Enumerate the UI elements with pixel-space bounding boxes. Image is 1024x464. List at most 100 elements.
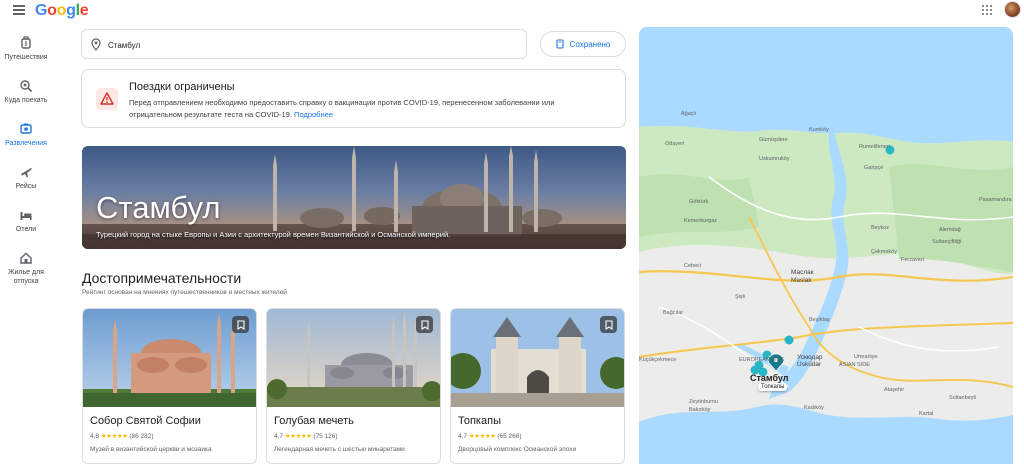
menu-icon[interactable]	[13, 5, 25, 15]
rail-item-flights[interactable]: Рейсы	[0, 165, 52, 191]
attraction-card-hagia-sophia[interactable]: Собор Святой Софии 4,8 ★★★★★ (86 282) Му…	[82, 308, 257, 464]
map-label: Maslak	[791, 277, 812, 284]
map-label: Bakırköy	[689, 407, 711, 413]
map-label: Ускюдар	[797, 354, 823, 361]
warning-icon	[96, 88, 118, 110]
map-place-tooltip[interactable]: Топкапы	[758, 383, 788, 391]
map-label: Alemdağ	[939, 227, 961, 233]
flight-icon	[21, 168, 32, 178]
map-label: Ağaçlı	[681, 111, 697, 117]
attraction-photo	[83, 309, 256, 407]
map-city-label: Стамбул	[750, 373, 789, 383]
alert-title: Поездки ограничены	[129, 81, 235, 93]
rating-stars: ★★★★★	[468, 433, 496, 440]
attractions-icon	[20, 123, 32, 134]
attraction-description: Дворцовый комплекс Османской эпохи	[458, 446, 577, 453]
rail-label: Отели	[15, 226, 37, 233]
rating-value: 4,7	[458, 433, 468, 440]
map-label: Ferzaveri	[901, 257, 924, 263]
hero-description: Турецкий город на стыке Европы и Азии с …	[96, 230, 451, 239]
rail-label: Жилье для отпуска	[8, 269, 44, 285]
map-label: Küçükçekmece	[639, 357, 677, 363]
map-panel[interactable]: Ağaçlı Gümüşdere Kumköy Rumelifeneri Oda…	[639, 27, 1013, 464]
top-bar: Google	[0, 0, 1024, 22]
map-label: Beykoz	[871, 225, 890, 231]
rail-item-travel[interactable]: Путешествия	[0, 36, 52, 62]
hotel-icon	[20, 212, 32, 220]
map-label: Umraniye	[854, 354, 878, 360]
map-label: ASIAN SIDE	[839, 362, 870, 368]
attraction-description: Музей в византийской церкви и мозаика	[90, 446, 212, 453]
attraction-name: Топкапы	[458, 415, 501, 427]
map-label: Göktürk	[689, 199, 709, 205]
travel-restriction-alert: Поездки ограничены Перед отправлением не…	[81, 69, 626, 128]
attraction-rating: 4,7 ★★★★★ (75 126)	[274, 432, 338, 440]
rail-item-things-to-do[interactable]: Развлечения	[0, 122, 52, 148]
saved-button-label: Сохранено	[569, 39, 611, 49]
review-count: (86 282)	[129, 433, 154, 440]
attraction-rating: 4,8 ★★★★★ (86 282)	[90, 432, 154, 440]
account-avatar[interactable]	[1004, 1, 1021, 18]
rail-label: Развлечения	[5, 140, 47, 147]
map-label: Beşiktaş	[809, 317, 830, 323]
attraction-photo	[267, 309, 440, 407]
rating-stars: ★★★★★	[100, 433, 128, 440]
map-label: Kartal	[919, 411, 934, 417]
google-logo[interactable]: Google	[35, 2, 89, 20]
attraction-name: Голубая мечеть	[274, 415, 354, 427]
map-label: Kadıköy	[804, 405, 824, 411]
map-label: EUROPEAN SIDE	[739, 357, 785, 363]
attraction-rating: 4,7 ★★★★★ (65 266)	[458, 432, 522, 440]
bookmark-icon	[556, 39, 564, 49]
map-label: Uskumruköy	[759, 156, 790, 162]
apps-grid-icon[interactable]	[982, 5, 992, 15]
attraction-card-topkapi[interactable]: Топкапы 4,7 ★★★★★ (65 266) Дворцовый ком…	[450, 308, 625, 464]
location-pin-icon	[91, 38, 101, 51]
attraction-card-blue-mosque[interactable]: Голубая мечеть 4,7 ★★★★★ (75 126) Легенд…	[266, 308, 441, 464]
rail-label: Рейсы	[15, 183, 37, 190]
alert-body: Перед отправлением необходимо предостави…	[129, 98, 555, 119]
map-label: Kumköy	[809, 127, 829, 133]
review-count: (75 126)	[313, 433, 338, 440]
bookmark-icon	[420, 319, 429, 330]
bookmark-icon	[236, 319, 245, 330]
save-place-button[interactable]	[416, 316, 433, 333]
map-label: Kemerburgaz	[684, 218, 718, 224]
map-label: Çekmeköy	[871, 249, 897, 255]
vacation-home-icon	[20, 252, 32, 264]
map-label: Şişli	[735, 294, 746, 300]
review-count: (65 266)	[497, 433, 522, 440]
map-label: Garipçe	[864, 165, 884, 171]
hero-city-name: Стамбул	[96, 190, 221, 225]
attraction-photo	[451, 309, 624, 407]
saved-button[interactable]: Сохранено	[540, 31, 626, 57]
rail-item-hotels[interactable]: Отели	[0, 208, 52, 234]
logo-letter: o	[56, 2, 67, 19]
map-label: Üsküdar	[797, 361, 822, 368]
explore-icon	[20, 80, 33, 93]
map-label: Bağcılar	[663, 310, 684, 316]
logo-letter: e	[79, 2, 89, 19]
map-label: Маслак	[791, 269, 814, 276]
map-label: Cebeci	[684, 263, 702, 269]
map-label: Sultançiftliği	[932, 239, 962, 245]
luggage-icon	[21, 36, 31, 49]
search-box[interactable]	[81, 29, 527, 59]
alert-text: Перед отправлением необходимо предостави…	[129, 97, 599, 121]
rail-label: Путешествия	[4, 54, 48, 61]
map-label: Odayeri	[665, 141, 685, 147]
rail-item-explore[interactable]: Куда поехать	[0, 79, 52, 105]
save-place-button[interactable]	[600, 316, 617, 333]
map-label: Rumelifeneri	[859, 144, 890, 150]
logo-letter: g	[66, 2, 76, 19]
search-input[interactable]	[108, 36, 508, 54]
attraction-description: Легендарная мечеть с шестью минаретами	[274, 446, 405, 453]
city-hero-banner: Стамбул Турецкий город на стыке Европы и…	[82, 146, 626, 249]
section-title: Достопримечательности	[82, 270, 242, 286]
map-label: Gümüşdere	[759, 137, 788, 143]
logo-letter: o	[47, 2, 57, 19]
rail-item-vacation-rentals[interactable]: Жилье для отпуска	[0, 251, 52, 286]
section-subtitle: Рейтинг основан на мнениях путешественни…	[82, 289, 287, 296]
learn-more-link[interactable]: Подробнее	[294, 110, 333, 119]
save-place-button[interactable]	[232, 316, 249, 333]
